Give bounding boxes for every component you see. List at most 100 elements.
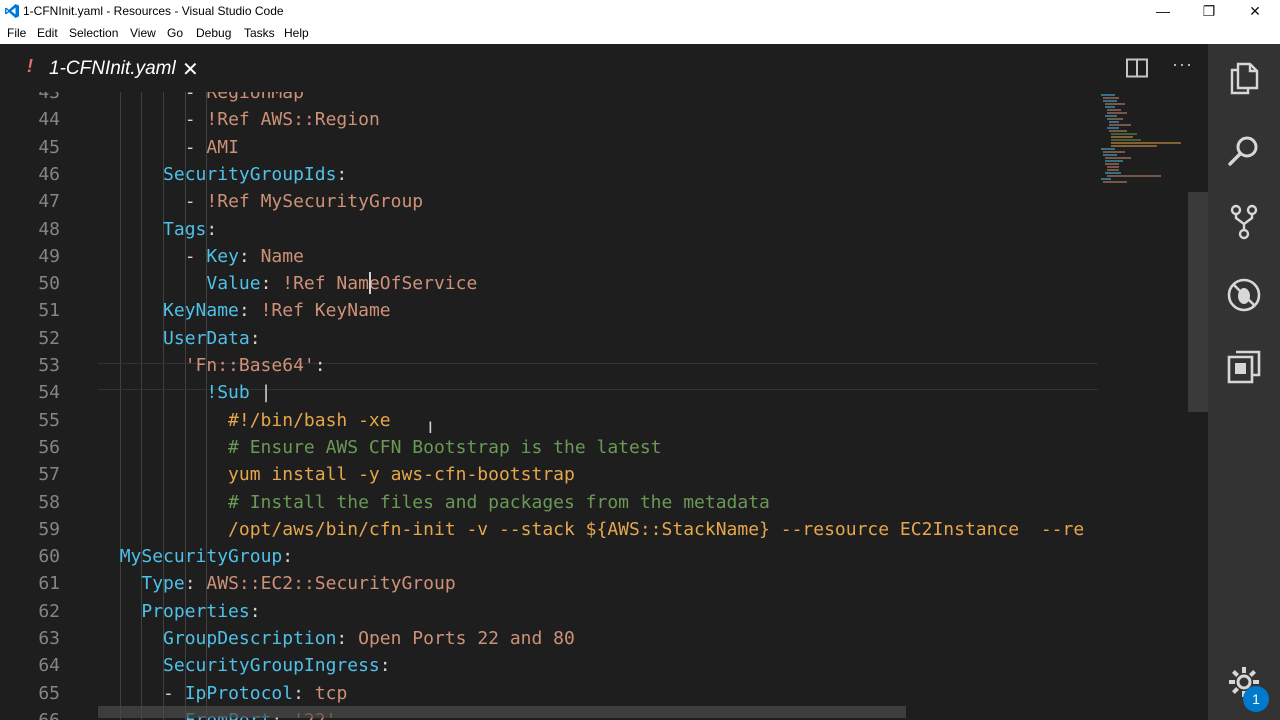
code-token: tcp (314, 682, 348, 704)
restore-button[interactable]: ❐ (1186, 0, 1232, 22)
close-window-button[interactable]: ✕ (1232, 0, 1278, 22)
code-token: !Ref NameOfService (282, 273, 478, 295)
tab-close-icon[interactable]: ✕ (182, 57, 199, 82)
horizontal-scrollbar-thumb[interactable] (98, 706, 906, 718)
code-line: 50 Value: !Ref NameOfService (0, 270, 1100, 297)
code-token: IpProtocol (184, 682, 294, 704)
code-token: yum install -y aws-cfn-bootstrap (228, 464, 575, 486)
menu-bar: File Edit Selection View Go Debug Tasks … (0, 22, 1280, 44)
code-text: - IpProtocol: tcp (98, 680, 347, 707)
code-line: 65 - IpProtocol: tcp (0, 680, 1100, 707)
vertical-scrollbar[interactable] (1188, 92, 1208, 720)
menu-file[interactable]: File (7, 26, 26, 40)
line-number: 59 (38, 518, 60, 540)
code-token: : (379, 655, 391, 677)
code-token: : (238, 245, 261, 267)
menu-debug[interactable]: Debug (196, 26, 231, 40)
code-line: 56 # Ensure AWS CFN Bootstrap is the lat… (0, 434, 1100, 461)
more-actions-icon[interactable]: ··· (1172, 54, 1193, 75)
code-token: : (314, 355, 326, 376)
code-line: 54 !Sub | (0, 379, 1100, 406)
menu-go[interactable]: Go (167, 26, 183, 40)
menu-view[interactable]: View (130, 26, 156, 40)
code-text: GroupDescription: Open Ports 22 and 80 (98, 625, 575, 652)
code-text: # Install the files and packages from th… (98, 489, 770, 516)
line-number: 45 (38, 136, 60, 158)
source-control-icon[interactable] (1226, 204, 1262, 240)
menu-help[interactable]: Help (284, 26, 309, 40)
mouse-ibeam-icon: I (428, 418, 433, 437)
modified-indicator: ! (27, 56, 33, 76)
extensions-icon[interactable] (1226, 349, 1262, 385)
code-token: AMI (206, 136, 239, 158)
code-token: KeyName (163, 300, 239, 322)
code-token: Name (260, 245, 304, 267)
title-bar: 1-CFNInit.yaml - Resources - Visual Stud… (0, 0, 1280, 22)
minimize-button[interactable]: — (1140, 0, 1186, 22)
code-token: /opt/aws/bin/cfn-init -v --stack ${AWS::… (228, 518, 1085, 540)
code-text: 'Fn::Base64': (98, 352, 326, 379)
code-token: Tags (163, 218, 207, 240)
code-token: - (184, 109, 207, 131)
code-token: SecurityGroupIds (163, 163, 337, 185)
line-number: 64 (38, 655, 60, 677)
code-text: UserData: (98, 325, 261, 352)
split-editor-icon[interactable] (1126, 58, 1148, 78)
code-token: Properties (141, 600, 250, 622)
code-line: 52 UserData: (0, 325, 1100, 352)
minimap[interactable] (1097, 92, 1187, 192)
code-text: - AMI (98, 134, 239, 161)
vertical-scrollbar-thumb[interactable] (1188, 192, 1208, 412)
menu-tasks[interactable]: Tasks (244, 26, 275, 40)
code-text: !Sub | (98, 379, 271, 406)
search-icon[interactable] (1226, 133, 1262, 169)
code-token: MySecurityGroup (119, 546, 283, 568)
line-number: 60 (38, 546, 60, 568)
code-text: KeyName: !Ref KeyName (98, 297, 391, 324)
explorer-icon[interactable] (1226, 60, 1262, 96)
debug-icon[interactable] (1226, 277, 1262, 313)
menu-edit[interactable]: Edit (37, 26, 58, 40)
code-line: 44 - !Ref AWS::Region (0, 106, 1100, 133)
line-number: 48 (38, 218, 60, 240)
code-token: - (184, 191, 207, 213)
menu-selection[interactable]: Selection (69, 26, 118, 40)
line-number: 55 (38, 409, 60, 431)
code-token: - (184, 245, 207, 267)
code-text: yum install -y aws-cfn-bootstrap (98, 461, 575, 488)
code-line: 45 - AMI (0, 134, 1100, 161)
code-text: SecurityGroupIds: (98, 161, 347, 188)
code-text: - !Ref AWS::Region (98, 106, 380, 133)
code-line: 59 /opt/aws/bin/cfn-init -v --stack ${AW… (0, 516, 1100, 543)
code-token: : (336, 628, 359, 649)
line-number: 62 (38, 600, 60, 622)
code-line: 63 GroupDescription: Open Ports 22 and 8… (0, 625, 1100, 652)
line-number: 56 (38, 436, 60, 458)
code-token: # Ensure AWS CFN Bootstrap is the latest (228, 436, 662, 458)
code-token: : (260, 273, 283, 295)
code-line: 64 SecurityGroupIngress: (0, 652, 1100, 679)
line-number: 57 (38, 464, 60, 486)
code-editor[interactable]: 43 - RegionMap 44 - !Ref AWS::Region 45 - … (0, 92, 1100, 720)
code-line: 61 Type: AWS::EC2::SecurityGroup (0, 570, 1100, 597)
code-token: # Install the files and packages from th… (228, 491, 770, 513)
code-token: : (249, 327, 261, 349)
line-number: 47 (38, 191, 60, 213)
settings-update-badge: 1 (1243, 686, 1269, 712)
code-text: - Key: Name (98, 243, 304, 270)
window-title: 1-CFNInit.yaml - Resources - Visual Stud… (23, 4, 284, 18)
tab-1-cfninit-yaml[interactable]: ! 1-CFNInit.yaml ✕ (0, 44, 212, 92)
code-text: #!/bin/bash -xe (98, 407, 391, 434)
code-text: # Ensure AWS CFN Bootstrap is the latest (98, 434, 662, 461)
code-token: AWS::EC2::SecurityGroup (206, 573, 456, 595)
